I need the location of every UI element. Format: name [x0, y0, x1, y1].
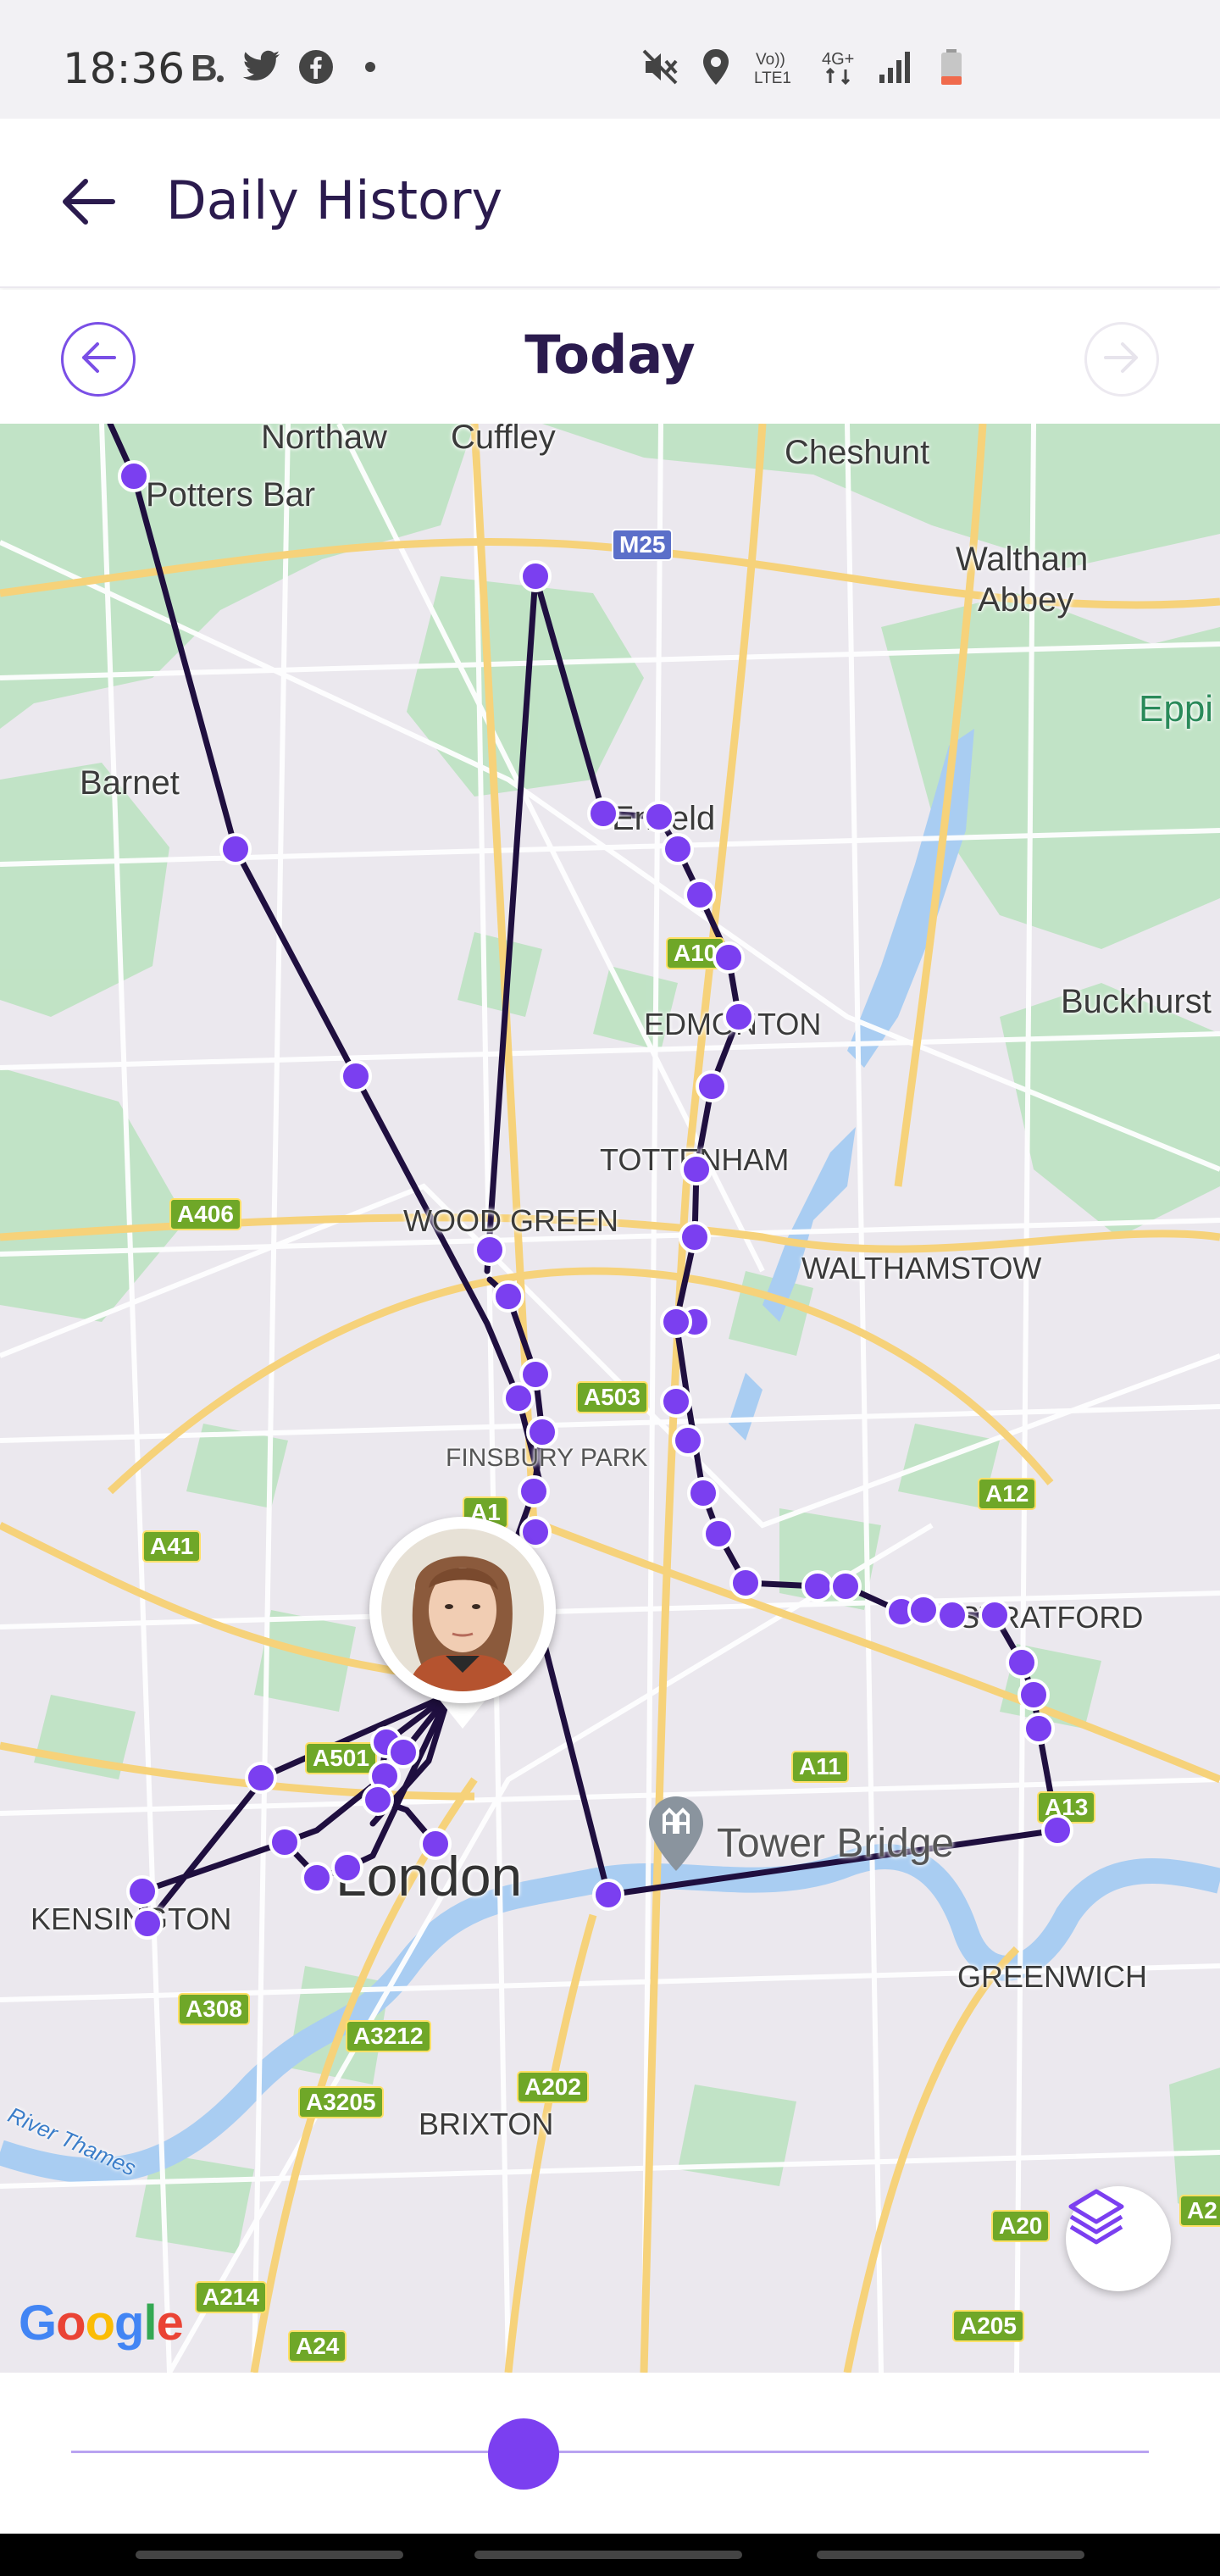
- route-point[interactable]: [526, 1416, 558, 1448]
- location-icon: [696, 47, 735, 86]
- arrow-back-icon: [60, 178, 116, 230]
- status-bar: 18:36 B Vo)) LTE1 4G+: [0, 0, 1220, 119]
- route-point[interactable]: [219, 833, 252, 865]
- back-button[interactable]: [44, 159, 132, 247]
- day-title: Today: [524, 324, 696, 386]
- twitter-icon: [242, 47, 281, 86]
- route-point[interactable]: [362, 1784, 394, 1816]
- booking-icon: B: [188, 47, 227, 86]
- route-point[interactable]: [340, 1060, 372, 1092]
- map-layers-button[interactable]: [1066, 2186, 1171, 2291]
- landmark-label: Tower Bridge: [717, 1821, 955, 1866]
- route-point[interactable]: [1023, 1713, 1055, 1745]
- arrow-right-icon: [1102, 341, 1141, 379]
- battery-icon: [932, 47, 971, 86]
- avatar-photo: [381, 1529, 544, 1691]
- route-point[interactable]: [131, 1907, 164, 1940]
- route-point[interactable]: [680, 1153, 713, 1185]
- timeline-slider[interactable]: [0, 2373, 1220, 2534]
- signal-icon: [876, 47, 915, 86]
- volte-icon: Vo)) LTE1: [752, 47, 803, 86]
- route-point[interactable]: [679, 1221, 711, 1253]
- route-point[interactable]: [684, 879, 716, 911]
- route-point[interactable]: [829, 1570, 862, 1602]
- route-point[interactable]: [723, 1001, 755, 1033]
- app-bar: Daily History: [0, 119, 1220, 288]
- route-point[interactable]: [672, 1424, 704, 1457]
- route-point[interactable]: [696, 1070, 728, 1102]
- svg-text:Vo)): Vo)): [756, 51, 785, 69]
- route-point[interactable]: [660, 1385, 692, 1418]
- route-point[interactable]: [387, 1736, 419, 1768]
- facebook-icon: [297, 47, 336, 86]
- svg-text:LTE1: LTE1: [754, 69, 791, 86]
- route-point[interactable]: [660, 1306, 692, 1338]
- route-point[interactable]: [1041, 1814, 1073, 1846]
- route-point[interactable]: [801, 1570, 834, 1602]
- route-point[interactable]: [662, 833, 694, 865]
- route-point[interactable]: [643, 801, 675, 833]
- route-point[interactable]: [492, 1280, 524, 1313]
- day-navigator: Today: [0, 290, 1220, 424]
- svg-text:4G+: 4G+: [822, 50, 854, 69]
- nav-home-pill[interactable]: [474, 2551, 742, 2559]
- slider-thumb[interactable]: [488, 2418, 560, 2490]
- avatar: [369, 1517, 556, 1703]
- route-point[interactable]: [729, 1567, 762, 1599]
- route-points: [118, 460, 1073, 1940]
- google-logo: Google: [19, 2296, 184, 2351]
- route-point[interactable]: [519, 560, 552, 592]
- mute-icon: [640, 47, 679, 86]
- route-point[interactable]: [592, 1879, 624, 1911]
- route-point[interactable]: [301, 1862, 333, 1894]
- notification-icons: B: [188, 47, 390, 86]
- route-point[interactable]: [702, 1518, 735, 1550]
- route-point[interactable]: [519, 1358, 552, 1391]
- status-time: 18:36: [63, 44, 186, 93]
- next-day-button[interactable]: [1084, 322, 1159, 397]
- svg-text:B: B: [191, 48, 218, 86]
- route-point[interactable]: [474, 1234, 506, 1266]
- route-point[interactable]: [269, 1826, 301, 1858]
- route-point[interactable]: [518, 1475, 550, 1507]
- user-avatar-pin[interactable]: [369, 1517, 556, 1729]
- dot-icon: [351, 47, 390, 86]
- system-navigation-bar: [0, 2534, 1220, 2576]
- route-point[interactable]: [419, 1828, 452, 1860]
- slider-track[interactable]: [71, 2451, 1149, 2453]
- route-point[interactable]: [587, 797, 619, 830]
- route-point[interactable]: [1018, 1679, 1050, 1711]
- 4g-icon: 4G+: [820, 47, 859, 86]
- route-point[interactable]: [126, 1875, 158, 1907]
- route-point[interactable]: [713, 941, 745, 974]
- route-point[interactable]: [245, 1762, 277, 1794]
- landmark-pin-icon[interactable]: [646, 1795, 707, 1873]
- nav-recent-pill[interactable]: [136, 2551, 403, 2559]
- route-point[interactable]: [979, 1599, 1011, 1631]
- nav-back-pill[interactable]: [817, 2551, 1084, 2559]
- route-point[interactable]: [118, 460, 150, 492]
- page-title: Daily History: [166, 169, 503, 231]
- route-point[interactable]: [687, 1477, 719, 1509]
- route-point[interactable]: [331, 1852, 363, 1884]
- route-point[interactable]: [1006, 1646, 1038, 1679]
- map-view[interactable]: Northaw Cuffley Cheshunt Potters Bar Wal…: [0, 424, 1220, 2373]
- route-point[interactable]: [936, 1599, 968, 1631]
- route-point[interactable]: [907, 1594, 940, 1626]
- system-icons: Vo)) LTE1 4G+: [640, 47, 971, 86]
